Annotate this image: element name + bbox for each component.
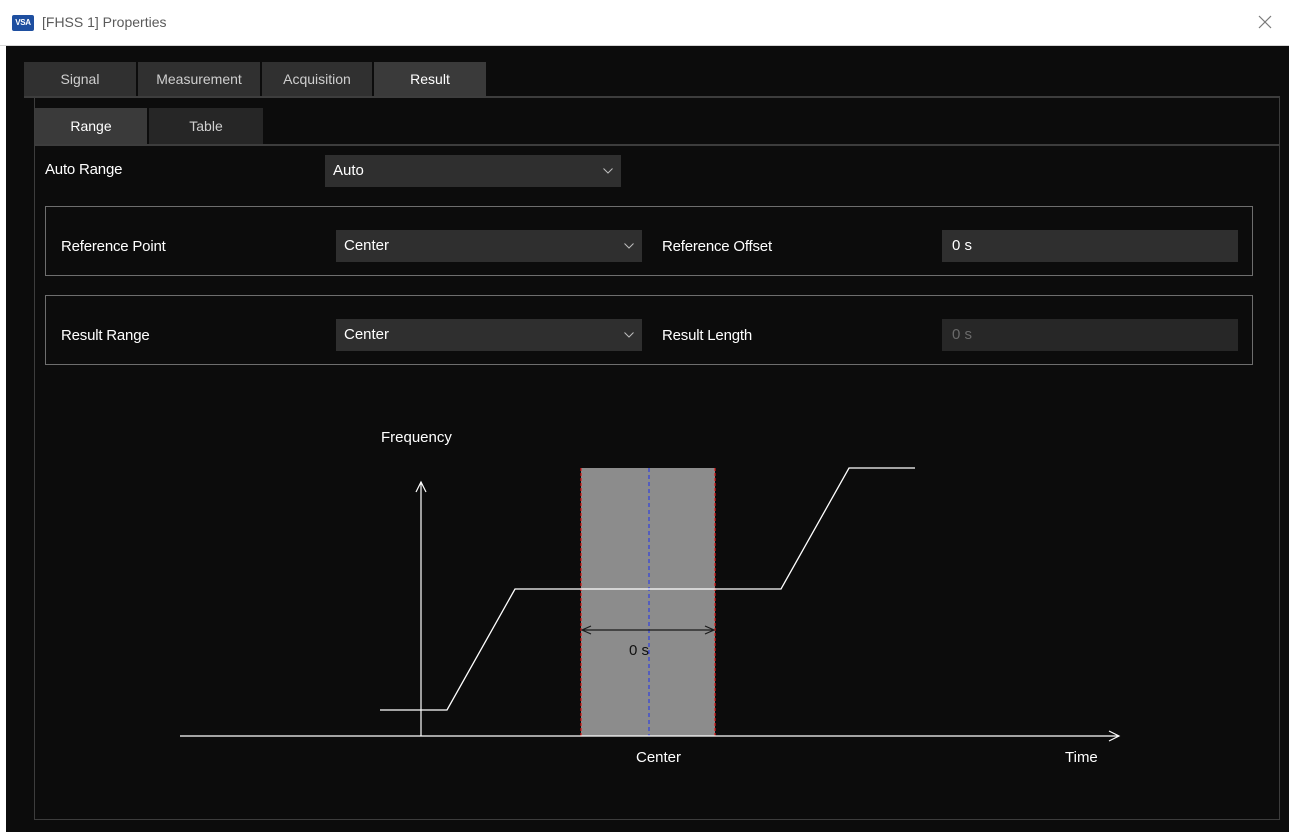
x-axis-label: Time (1065, 749, 1098, 766)
span-value-label: 0 s (629, 642, 649, 659)
result-window-area (581, 468, 715, 736)
result-range-diagram: Frequency Time Center 0 s (180, 429, 1121, 766)
tab-label: Result (410, 71, 450, 87)
y-axis-label: Frequency (381, 429, 452, 446)
tab-label: Acquisition (283, 71, 351, 87)
tab-acquisition[interactable]: Acquisition (262, 62, 372, 96)
close-button[interactable] (1251, 8, 1279, 36)
properties-dialog-body: Signal Measurement Acquisition Result Ra… (6, 46, 1289, 832)
result-panel: Range Table Auto Range Auto Reference Po… (34, 98, 1280, 820)
main-tab-bar: Signal Measurement Acquisition Result (24, 62, 488, 96)
tab-result[interactable]: Result (374, 62, 486, 96)
center-label: Center (636, 749, 681, 766)
tab-label: Signal (60, 71, 100, 87)
app-logo-icon: VSA (12, 15, 34, 31)
tab-signal[interactable]: Signal (24, 62, 136, 96)
close-icon (1258, 15, 1272, 29)
tab-measurement[interactable]: Measurement (138, 62, 260, 96)
tab-label: Measurement (156, 71, 242, 87)
window-titlebar: VSA [FHSS 1] Properties (0, 0, 1289, 46)
window-title: [FHSS 1] Properties (42, 14, 167, 30)
